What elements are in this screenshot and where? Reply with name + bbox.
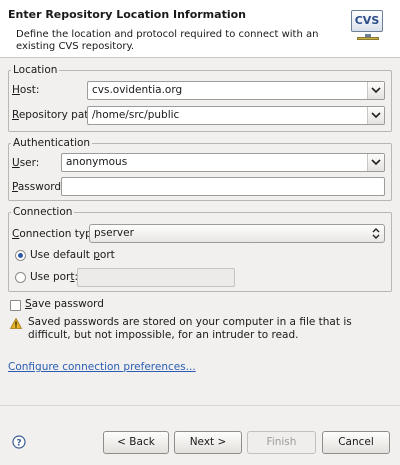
port-field[interactable]	[77, 268, 235, 287]
host-combo[interactable]: cvs.ovidentia.org	[87, 81, 385, 100]
page-description: Define the location and protocol require…	[16, 29, 319, 52]
repository-path-combo[interactable]: /home/src/public	[87, 106, 385, 125]
chevron-down-icon[interactable]	[367, 107, 384, 124]
user-value: anonymous	[66, 156, 128, 168]
location-legend: Location	[13, 64, 58, 76]
save-password-checkbox[interactable]	[10, 300, 21, 311]
cvs-logo-icon: CVS	[351, 10, 385, 40]
save-password-label[interactable]: Save password	[25, 298, 104, 310]
use-default-port-label[interactable]: Use default port	[30, 249, 115, 261]
use-default-port-radio[interactable]	[15, 250, 26, 261]
host-value: cvs.ovidentia.org	[92, 84, 183, 96]
connection-type-select[interactable]: pserver	[89, 224, 385, 243]
finish-button[interactable]: Finish	[247, 431, 316, 454]
warning-icon	[10, 318, 22, 329]
connection-legend: Connection	[13, 206, 73, 218]
repository-path-value: /home/src/public	[92, 109, 180, 121]
wizard-header: Enter Repository Location Information De…	[0, 0, 400, 58]
svg-text:?: ?	[16, 439, 21, 449]
host-label: Host:	[12, 84, 40, 96]
path-label: Repository path:	[12, 109, 99, 121]
next-button[interactable]: Next >	[174, 431, 242, 454]
updown-arrow-icon	[372, 228, 380, 239]
use-port-radio[interactable]	[15, 272, 26, 283]
user-combo[interactable]: anonymous	[61, 153, 385, 172]
page-title: Enter Repository Location Information	[8, 8, 246, 21]
connection-type-value: pserver	[94, 227, 134, 239]
authentication-legend: Authentication	[13, 137, 91, 149]
cancel-button[interactable]: Cancel	[322, 431, 390, 454]
warning-text: Saved passwords are stored on your compu…	[28, 316, 352, 341]
password-label: Password:	[12, 181, 65, 193]
back-button[interactable]: < Back	[103, 431, 169, 454]
use-port-label[interactable]: Use port:	[30, 271, 78, 283]
help-icon[interactable]: ?	[12, 435, 26, 449]
chevron-down-icon[interactable]	[367, 154, 384, 171]
cvs-logo-text: CVS	[351, 10, 383, 32]
configure-connection-preferences-link[interactable]: Configure connection preferences...	[8, 361, 196, 373]
user-label: User:	[12, 157, 40, 169]
password-field[interactable]	[61, 177, 385, 196]
bottom-separator	[0, 405, 400, 406]
chevron-down-icon[interactable]	[367, 82, 384, 99]
